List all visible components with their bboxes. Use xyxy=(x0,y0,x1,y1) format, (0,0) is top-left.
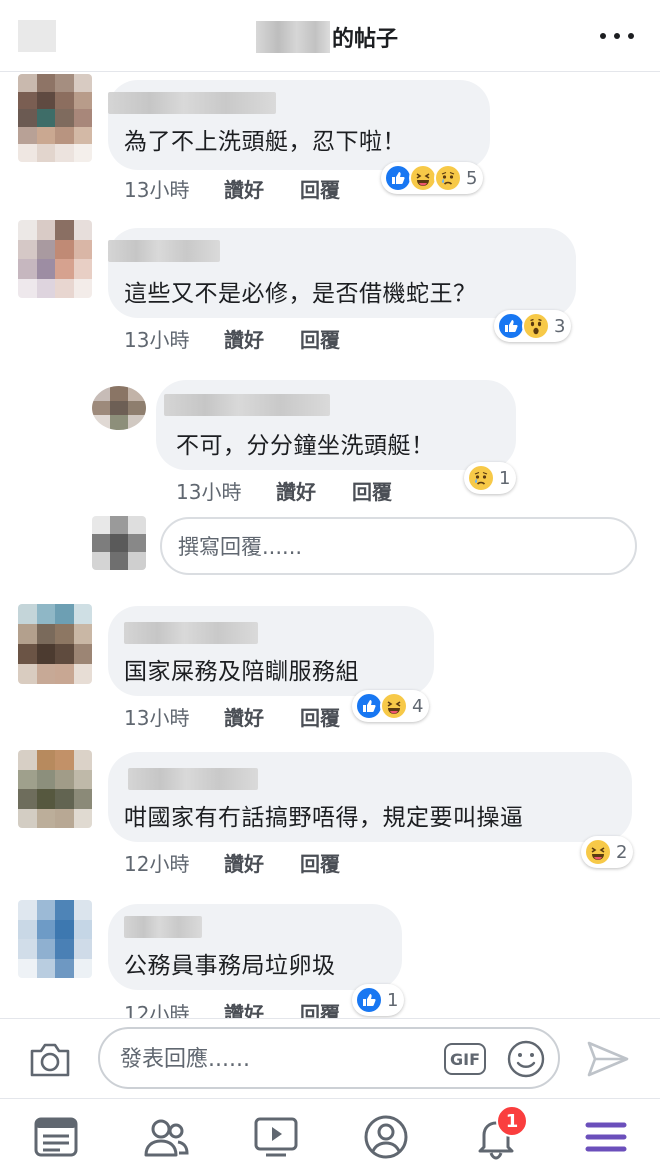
reply-item: 不可，分分鐘坐洗頭艇！ 13小時 讚好 回覆 1 xyxy=(0,372,660,512)
reply-button[interactable]: 回覆 xyxy=(300,848,340,877)
commenter-name-blurred[interactable] xyxy=(164,394,330,416)
reaction-summary[interactable]: 3 xyxy=(494,310,572,342)
comment-input[interactable] xyxy=(120,1043,440,1075)
bottom-tab-bar: 1 xyxy=(0,1098,660,1174)
reaction-summary[interactable]: 1 xyxy=(464,462,517,494)
avatar[interactable] xyxy=(18,604,92,684)
comment-meta: 13小時 讚好 回覆 xyxy=(124,324,384,353)
my-avatar xyxy=(92,516,146,570)
like-icon xyxy=(355,986,383,1014)
like-button[interactable]: 讚好 xyxy=(224,998,264,1018)
comment-time: 13小時 xyxy=(124,706,190,730)
comment-composer: GIF xyxy=(0,1018,660,1098)
comment-text: 公務員事務局垃卵圾 xyxy=(124,953,336,979)
avatar[interactable] xyxy=(18,74,92,162)
comment-text: 這些又不是必修，是否借機蛇王？ xyxy=(124,281,477,307)
reaction-count: 1 xyxy=(387,989,399,1011)
haha-icon xyxy=(409,164,437,192)
camera-icon[interactable] xyxy=(28,1039,72,1079)
page-title-suffix: 的帖子 xyxy=(332,27,399,52)
like-button[interactable]: 讚好 xyxy=(224,702,264,731)
comment-meta: 12小時 讚好 回覆 xyxy=(124,848,384,877)
avatar[interactable] xyxy=(18,750,92,828)
reaction-count: 1 xyxy=(499,467,511,489)
comment-item: 為了不上洗頭艇，忍下啦！ 13小時 讚好 回覆 5 xyxy=(0,72,660,212)
comment-item: 咁國家有冇話搞野唔得，規定要叫操逼 12小時 讚好 回覆 2 xyxy=(0,748,660,888)
comment-time: 12小時 xyxy=(124,1002,190,1018)
comment-text: 不可，分分鐘坐洗頭艇！ xyxy=(176,433,435,459)
avatar[interactable] xyxy=(18,900,92,978)
comment-text: 咁國家有冇話搞野唔得，規定要叫操逼 xyxy=(124,805,524,831)
post-header: 的帖子 xyxy=(0,0,660,72)
like-icon xyxy=(355,692,383,720)
profile-icon[interactable] xyxy=(362,1113,410,1161)
reaction-count: 5 xyxy=(466,167,478,189)
reaction-summary[interactable]: 2 xyxy=(581,836,634,868)
commenter-name-blurred[interactable] xyxy=(124,622,258,644)
comment-time: 13小時 xyxy=(124,328,190,352)
comment-text: 為了不上洗頭艇，忍下啦！ xyxy=(124,129,406,155)
friends-icon[interactable] xyxy=(142,1113,190,1161)
reaction-count: 4 xyxy=(412,695,424,717)
comment-input-box[interactable]: GIF xyxy=(98,1027,560,1089)
news-feed-icon[interactable] xyxy=(32,1113,80,1161)
comment-meta: 13小時 讚好 回覆 xyxy=(176,476,436,505)
notification-badge: 1 xyxy=(496,1105,528,1137)
reaction-count: 3 xyxy=(554,315,566,337)
comment-meta: 13小時 讚好 回覆 xyxy=(124,174,384,203)
reply-button[interactable]: 回覆 xyxy=(300,174,340,203)
sad-icon xyxy=(434,164,462,192)
back-button[interactable] xyxy=(18,20,56,52)
wow-icon xyxy=(522,312,550,340)
reaction-summary[interactable]: 4 xyxy=(352,690,430,722)
haha-icon xyxy=(584,838,612,866)
comments-feed[interactable]: 為了不上洗頭艇，忍下啦！ 13小時 讚好 回覆 5 這些又不是必修，是否借機蛇王… xyxy=(0,72,660,1018)
reply-input-box[interactable] xyxy=(160,517,637,575)
reply-button[interactable]: 回覆 xyxy=(352,476,392,505)
like-button[interactable]: 讚好 xyxy=(276,476,316,505)
haha-icon xyxy=(380,692,408,720)
reply-input[interactable] xyxy=(178,531,618,563)
comment-text: 国家屎務及陪瞓服務組 xyxy=(124,659,359,685)
comment-item: 公務員事務局垃卵圾 12小時 讚好 回覆 1 xyxy=(0,898,660,1018)
like-button[interactable]: 讚好 xyxy=(224,174,264,203)
comment-meta: 12小時 讚好 回覆 xyxy=(124,998,384,1018)
like-button[interactable]: 讚好 xyxy=(224,324,264,353)
gif-icon[interactable]: GIF xyxy=(444,1043,486,1075)
comment-time: 13小時 xyxy=(124,178,190,202)
comment-time: 12小時 xyxy=(124,852,190,876)
comment-time: 13小時 xyxy=(176,480,242,504)
commenter-name-blurred[interactable] xyxy=(108,240,220,262)
reaction-summary[interactable]: 1 xyxy=(352,984,405,1016)
reply-button[interactable]: 回覆 xyxy=(300,998,340,1018)
avatar[interactable] xyxy=(18,220,92,298)
menu-icon[interactable] xyxy=(582,1113,630,1161)
comment-meta: 13小時 讚好 回覆 xyxy=(124,702,384,731)
sad-icon xyxy=(467,464,495,492)
commenter-name-blurred[interactable] xyxy=(124,916,202,938)
more-dots-icon[interactable] xyxy=(600,24,634,48)
like-icon xyxy=(497,312,525,340)
comment-item: 国家屎務及陪瞓服務組 13小時 讚好 回覆 4 xyxy=(0,602,660,742)
like-button[interactable]: 讚好 xyxy=(224,848,264,877)
emoji-icon[interactable] xyxy=(506,1039,546,1079)
like-icon xyxy=(384,164,412,192)
author-name-blurred xyxy=(256,21,330,53)
commenter-name-blurred[interactable] xyxy=(128,768,258,790)
reaction-count: 2 xyxy=(616,841,628,863)
reaction-summary[interactable]: 5 xyxy=(381,162,484,194)
reply-button[interactable]: 回覆 xyxy=(300,702,340,731)
reply-button[interactable]: 回覆 xyxy=(300,324,340,353)
avatar[interactable] xyxy=(92,386,146,430)
watch-icon[interactable] xyxy=(252,1113,300,1161)
page-title: 的帖子 xyxy=(256,20,398,54)
commenter-name-blurred[interactable] xyxy=(108,92,276,114)
send-icon[interactable] xyxy=(585,1039,631,1079)
comment-item: 這些又不是必修，是否借機蛇王？ 13小時 讚好 回覆 3 xyxy=(0,218,660,358)
